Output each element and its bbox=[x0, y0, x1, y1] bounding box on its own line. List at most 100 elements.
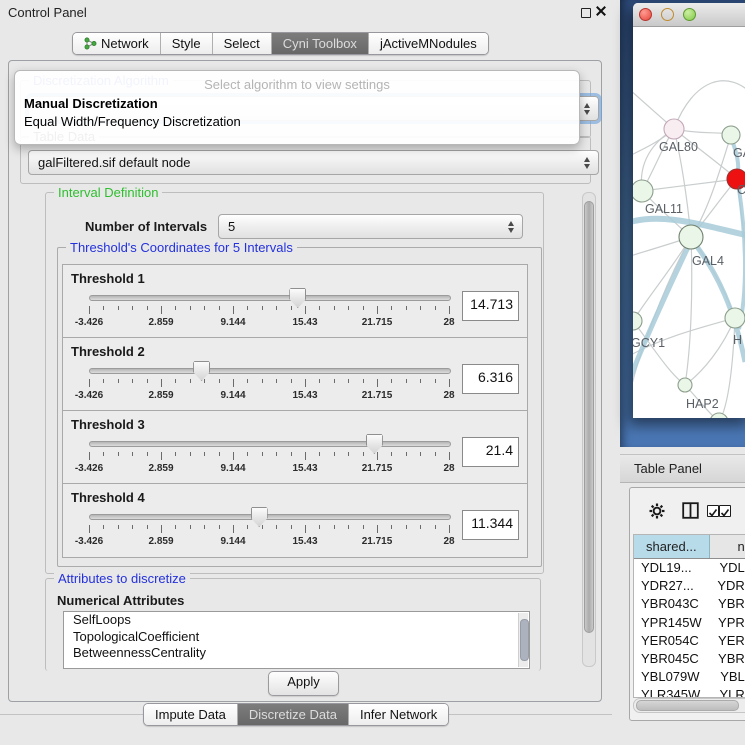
combo-arrows-icon bbox=[584, 157, 591, 169]
threshold-row-4: Threshold 4-3.4262.8599.14415.4321.71528… bbox=[62, 483, 528, 558]
major-tick bbox=[89, 525, 90, 533]
cell-shared-name[interactable]: YBR043C bbox=[634, 595, 712, 613]
tab-network[interactable]: Network bbox=[73, 33, 160, 54]
cell-name[interactable]: YBR0 bbox=[712, 650, 745, 668]
minor-tick bbox=[103, 379, 104, 383]
checkbox-checked-icon[interactable] bbox=[707, 505, 719, 517]
content-scrollbar[interactable] bbox=[582, 192, 596, 667]
threshold-value-field[interactable]: 21.4 bbox=[462, 437, 519, 467]
gear-icon[interactable] bbox=[649, 503, 665, 519]
network-node[interactable] bbox=[664, 119, 684, 139]
minor-tick bbox=[348, 525, 349, 529]
close-icon[interactable] bbox=[595, 4, 607, 18]
zoom-traffic-light-icon[interactable] bbox=[683, 8, 696, 21]
tab-impute-data[interactable]: Impute Data bbox=[144, 704, 237, 725]
algorithm-option-manual[interactable]: Manual Discretization bbox=[24, 96, 158, 111]
table-horizontal-scrollbar-thumb[interactable] bbox=[636, 700, 739, 711]
network-node[interactable] bbox=[710, 413, 728, 418]
cell-shared-name[interactable]: YBL079W bbox=[634, 668, 714, 686]
content-scrollbar-thumb[interactable] bbox=[584, 201, 594, 633]
cell-name[interactable]: YBL0 bbox=[714, 668, 745, 686]
threshold-slider-thumb[interactable] bbox=[193, 361, 210, 381]
table-data-select[interactable]: galFiltered.sif default node bbox=[28, 150, 599, 175]
control-panel-title: Control Panel bbox=[8, 5, 87, 20]
network-node[interactable] bbox=[633, 180, 653, 202]
number-of-intervals-select[interactable]: 5 bbox=[218, 214, 523, 239]
numerical-attributes-list[interactable]: SelfLoopsTopologicalCoefficientBetweenne… bbox=[63, 611, 530, 669]
tab-infer-network[interactable]: Infer Network bbox=[348, 704, 448, 725]
threshold-slider-thumb[interactable] bbox=[366, 434, 383, 454]
table-horizontal-scrollbar[interactable] bbox=[633, 698, 745, 713]
cell-name[interactable]: YDL1 bbox=[713, 559, 745, 577]
attributes-scrollbar[interactable] bbox=[518, 613, 528, 667]
minimize-traffic-light-icon[interactable] bbox=[661, 8, 674, 21]
tab-discretize-data[interactable]: Discretize Data bbox=[237, 704, 348, 725]
threshold-value-field[interactable]: 6.316 bbox=[462, 364, 519, 394]
float-window-icon[interactable] bbox=[581, 8, 591, 18]
split-columns-icon[interactable] bbox=[682, 502, 699, 519]
cell-name[interactable]: YBR0 bbox=[712, 595, 745, 613]
table-row[interactable]: YDR27...YDR2 bbox=[634, 577, 745, 595]
table-row[interactable]: YBR043CYBR0 bbox=[634, 595, 745, 613]
tab-style[interactable]: Style bbox=[160, 33, 212, 54]
attributes-scrollbar-thumb[interactable] bbox=[520, 619, 529, 661]
minor-tick bbox=[118, 306, 119, 310]
tab-cyni-toolbox[interactable]: Cyni Toolbox bbox=[271, 33, 368, 54]
cell-name[interactable]: YLR3 bbox=[713, 686, 745, 698]
attribute-item-selfloops[interactable]: SelfLoops bbox=[64, 612, 529, 629]
tab-jactivemnodules[interactable]: jActiveMNodules bbox=[368, 33, 488, 54]
threshold-value-field[interactable]: 11.344 bbox=[462, 510, 519, 540]
table-row[interactable]: YDL19...YDL1 bbox=[634, 559, 745, 577]
table-row[interactable]: YBL079WYBL0 bbox=[634, 668, 745, 686]
cell-shared-name[interactable]: YPR145W bbox=[634, 614, 712, 632]
algorithm-option-equal-width[interactable]: Equal Width/Frequency Discretization bbox=[24, 114, 241, 129]
minor-tick bbox=[435, 525, 436, 529]
network-node[interactable] bbox=[678, 378, 692, 392]
threshold-slider-thumb[interactable] bbox=[289, 288, 306, 308]
attribute-item-betweennesscentrality[interactable]: BetweennessCentrality bbox=[64, 645, 529, 662]
threshold-slider-track[interactable] bbox=[89, 368, 451, 374]
threshold-slider-track[interactable] bbox=[89, 441, 451, 447]
attribute-item-topologicalcoefficient[interactable]: TopologicalCoefficient bbox=[64, 629, 529, 646]
close-traffic-light-icon[interactable] bbox=[639, 8, 652, 21]
threshold-label: Threshold 1 bbox=[71, 271, 145, 286]
network-node[interactable] bbox=[725, 308, 745, 328]
cell-shared-name[interactable]: YBR045C bbox=[634, 650, 712, 668]
column-header-shared-name[interactable]: shared... bbox=[634, 535, 710, 558]
cell-name[interactable]: YER0 bbox=[712, 632, 745, 650]
cell-shared-name[interactable]: YER054C bbox=[634, 632, 712, 650]
minor-tick bbox=[262, 306, 263, 310]
cell-shared-name[interactable]: YLR345W bbox=[634, 686, 713, 698]
minor-tick bbox=[348, 306, 349, 310]
network-window-titlebar[interactable] bbox=[633, 3, 745, 27]
network-canvas[interactable]: GAL80GAL11GAL4GCY1HAP2GACH bbox=[633, 27, 745, 418]
apply-button[interactable]: Apply bbox=[268, 671, 339, 696]
cell-name[interactable]: YPR1 bbox=[712, 614, 745, 632]
cell-name[interactable]: YDR2 bbox=[711, 577, 745, 595]
table-row[interactable]: YPR145WYPR1 bbox=[634, 614, 745, 632]
tab-select[interactable]: Select bbox=[212, 33, 271, 54]
table-row[interactable]: YER054CYER0 bbox=[634, 632, 745, 650]
minor-tick bbox=[391, 452, 392, 456]
table-row[interactable]: YBR045CYBR0 bbox=[634, 650, 745, 668]
cell-shared-name[interactable]: YDR27... bbox=[634, 577, 711, 595]
network-node[interactable] bbox=[633, 312, 642, 330]
threshold-slider-thumb[interactable] bbox=[251, 507, 268, 527]
network-node[interactable] bbox=[679, 225, 703, 249]
column-header-name[interactable]: na bbox=[710, 535, 745, 558]
checkbox-checked-icon[interactable] bbox=[719, 505, 731, 517]
threshold-slider-track[interactable] bbox=[89, 514, 451, 520]
algorithm-placeholder-option[interactable]: Select algorithm to view settings bbox=[15, 77, 579, 92]
minor-tick bbox=[103, 525, 104, 529]
threshold-value-field[interactable]: 14.713 bbox=[462, 291, 519, 321]
table-row[interactable]: YLR345WYLR3 bbox=[634, 686, 745, 698]
tab-label: Network bbox=[101, 36, 149, 51]
node-table[interactable]: shared... na YDL19...YDL1YDR27...YDR2YBR… bbox=[633, 534, 745, 698]
cell-shared-name[interactable]: YDL19... bbox=[634, 559, 713, 577]
minor-tick bbox=[276, 379, 277, 383]
threshold-label: Threshold 4 bbox=[71, 490, 145, 505]
numerical-attributes-label: Numerical Attributes bbox=[57, 593, 184, 608]
network-view-window[interactable]: GAL80GAL11GAL4GCY1HAP2GACH bbox=[633, 3, 745, 418]
threshold-slider-track[interactable] bbox=[89, 295, 451, 301]
network-node[interactable] bbox=[722, 126, 740, 144]
